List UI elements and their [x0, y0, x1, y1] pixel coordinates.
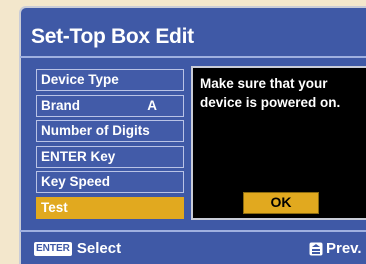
message-dialog: Make sure that your device is powered on…: [191, 66, 366, 220]
menu-item-enter-key[interactable]: ENTER Key: [36, 145, 184, 168]
prev-label: Prev.: [326, 240, 362, 257]
menu-item-label: Brand: [41, 97, 81, 113]
menu-item-device-type[interactable]: Device Type: [36, 69, 184, 91]
menu-item-label: Key Speed: [41, 174, 111, 189]
page-title: Set-Top Box Edit: [31, 25, 194, 48]
menu-item-key-speed[interactable]: Key Speed: [36, 171, 184, 193]
return-icon: [309, 242, 323, 256]
ok-button[interactable]: OK: [243, 192, 319, 214]
menu-item-label: Number of Digits: [41, 123, 150, 138]
menu-item-label: Test: [41, 199, 68, 215]
menu-item-label: ENTER Key: [41, 148, 116, 164]
menu-item-brand[interactable]: Brand A: [36, 94, 184, 117]
menu-item-number-of-digits[interactable]: Number of Digits: [36, 120, 184, 142]
footer-divider: [20, 230, 366, 232]
menu-item-label: Device Type: [41, 72, 119, 87]
message-text: Make sure that your device is powered on…: [200, 76, 341, 110]
footer-select-hint: ENTER Select: [34, 240, 121, 257]
enter-key-icon: ENTER: [34, 241, 72, 256]
brand-value: A: [147, 97, 157, 113]
title-divider: [20, 56, 366, 58]
tv-screen: Set-Top Box Edit Device Type Brand A Num…: [0, 0, 366, 264]
settings-menu: Device Type Brand A Number of Digits ENT…: [36, 69, 184, 222]
footer-prev-hint[interactable]: Prev.: [309, 240, 362, 257]
menu-item-test[interactable]: Test: [36, 196, 184, 219]
select-label: Select: [76, 240, 122, 257]
